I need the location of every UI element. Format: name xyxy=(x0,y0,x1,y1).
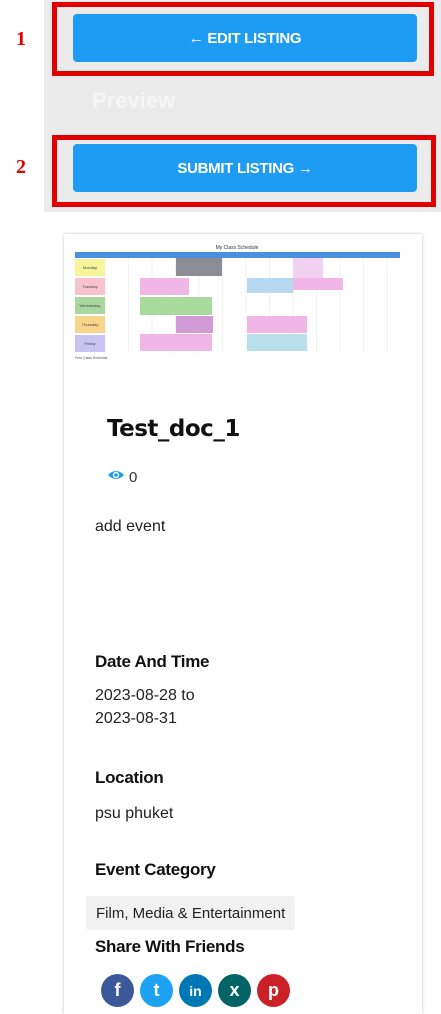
location-heading: Location xyxy=(95,768,164,787)
annotation-marker-1: 1 xyxy=(16,28,26,50)
preview-heading: Preview xyxy=(92,88,176,113)
pinterest-icon[interactable]: p xyxy=(257,974,290,1007)
category-tag[interactable]: Film, Media & Entertainment xyxy=(86,896,296,930)
eye-icon xyxy=(107,468,125,486)
edit-listing-button[interactable]: ← EDIT LISTING xyxy=(73,14,417,62)
listing-description: add event xyxy=(95,518,166,535)
view-count: 0 xyxy=(107,468,137,486)
listing-title: Test_doc_1 xyxy=(107,416,240,442)
date-time-heading: Date And Time xyxy=(95,652,210,671)
share-buttons: f t in x p xyxy=(101,974,290,1007)
thumbnail-day-label: Wednesday xyxy=(79,303,100,308)
event-category-heading: Event Category xyxy=(95,860,216,879)
share-heading: Share With Friends xyxy=(95,937,245,956)
location-value: psu phuket xyxy=(95,805,174,822)
thumbnail-day-label: Friday xyxy=(84,341,95,346)
thumbnail-footer: Free Class Schedule xyxy=(75,356,108,360)
thumbnail-title: My Class Schedule xyxy=(216,245,259,251)
listing-thumbnail[interactable]: My Class Schedule Monday Tuesday Wednesday… xyxy=(72,242,410,368)
date-end: 2023-08-31 xyxy=(95,710,177,727)
thumbnail-day-label: Thursday xyxy=(82,322,99,327)
annotation-marker-2: 2 xyxy=(16,156,26,178)
date-range: 2023-08-28 to 2023-08-31 xyxy=(95,684,195,730)
facebook-icon[interactable]: f xyxy=(101,974,134,1007)
schedule-thumbnail-image: My Class Schedule Monday Tuesday Wednesday… xyxy=(72,242,410,368)
xing-icon[interactable]: x xyxy=(218,974,251,1007)
twitter-icon[interactable]: t xyxy=(140,974,173,1007)
thumbnail-day-label: Monday xyxy=(83,265,97,270)
thumbnail-day-label: Tuesday xyxy=(82,284,97,289)
linkedin-icon[interactable]: in xyxy=(179,974,212,1007)
date-start: 2023-08-28 to xyxy=(95,687,195,704)
submit-listing-button[interactable]: SUBMIT LISTING → xyxy=(73,144,417,192)
views-value: 0 xyxy=(129,468,138,486)
